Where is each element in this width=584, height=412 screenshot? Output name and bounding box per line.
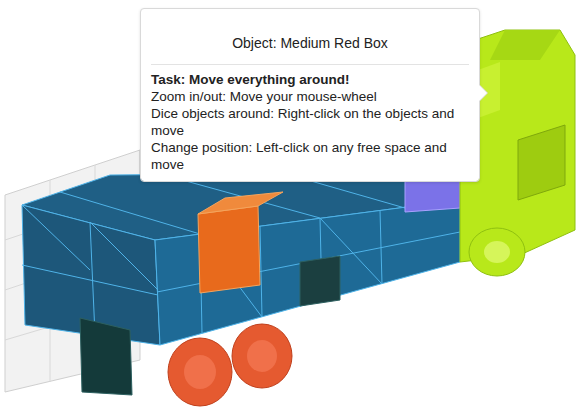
object-popover: Object: Medium Red BoxTask: Move everyth… bbox=[140, 8, 480, 182]
medium-red-box[interactable] bbox=[198, 206, 260, 293]
instruction-line: Zoom in/out: Move your mouse-wheel bbox=[151, 88, 467, 105]
instruction-line: Dice objects around: Right-click on the … bbox=[151, 105, 467, 139]
instruction-line: Change position: Left-click on any free … bbox=[151, 139, 467, 173]
wheels bbox=[168, 228, 525, 406]
task-heading: Task: Move everything around! bbox=[151, 71, 467, 88]
cargo-boxes[interactable] bbox=[22, 172, 460, 395]
popover-arrow bbox=[480, 85, 488, 101]
popover-title: Object: Medium Red Box bbox=[151, 9, 469, 65]
scene-canvas[interactable]: Object: Medium Red BoxTask: Move everyth… bbox=[0, 0, 584, 412]
grid-panel bbox=[5, 150, 470, 392]
popover-body: Task: Move everything around!Zoom in/out… bbox=[141, 65, 479, 181]
